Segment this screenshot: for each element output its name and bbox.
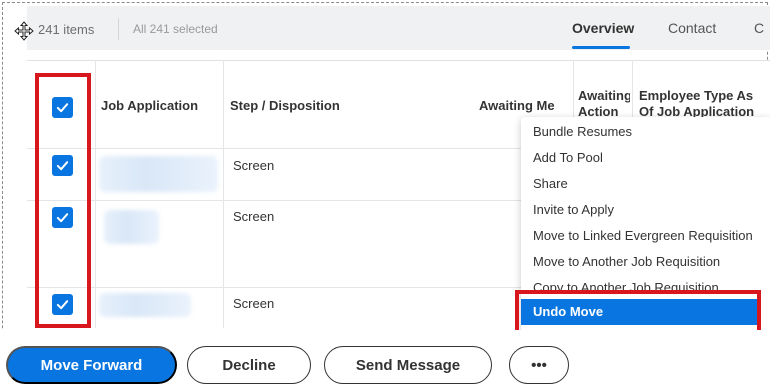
- header-employee-type[interactable]: Employee Type As Of Job Application Date: [639, 88, 770, 120]
- redacted-applicant-link[interactable]: [99, 293, 191, 317]
- tab-clipped[interactable]: C: [754, 20, 764, 36]
- decline-button[interactable]: Decline: [187, 346, 311, 384]
- step-cell: Screen: [233, 209, 275, 224]
- move-forward-button[interactable]: Move Forward: [6, 346, 177, 384]
- checkbox-column-highlight: [35, 73, 91, 328]
- toolbar-divider: [118, 18, 119, 40]
- menu-item-share[interactable]: Share: [533, 176, 568, 191]
- header-step-disposition[interactable]: Step / Disposition: [230, 98, 340, 113]
- menu-item-invite-to-apply[interactable]: Invite to Apply: [533, 202, 614, 217]
- redacted-applicant-link[interactable]: [104, 210, 159, 244]
- menu-item-move-linked-evergreen[interactable]: Move to Linked Evergreen Requisition: [533, 228, 753, 243]
- header-awaiting-action[interactable]: Awaiting Action: [578, 88, 630, 120]
- send-message-button[interactable]: Send Message: [324, 346, 492, 384]
- move-cursor-icon: [14, 21, 34, 41]
- tab-overview[interactable]: Overview: [572, 20, 634, 36]
- step-cell: Screen: [233, 296, 275, 311]
- step-cell: Screen: [233, 158, 275, 173]
- more-actions-button[interactable]: •••: [509, 346, 569, 384]
- column-divider: [632, 60, 633, 120]
- menu-item-add-to-pool[interactable]: Add To Pool: [533, 150, 603, 165]
- header-awaiting-me[interactable]: Awaiting Me: [479, 98, 555, 113]
- items-count: 241 items: [38, 22, 95, 37]
- active-tab-indicator: [572, 46, 630, 49]
- selection-status: All 241 selected: [133, 22, 218, 36]
- header-job-application[interactable]: Job Application: [101, 98, 198, 113]
- redacted-applicant-link[interactable]: [99, 156, 218, 192]
- menu-item-move-another-requisition[interactable]: Move to Another Job Requisition: [533, 254, 720, 269]
- column-divider: [573, 60, 574, 120]
- menu-item-bundle-resumes[interactable]: Bundle Resumes: [533, 124, 632, 139]
- tab-contact[interactable]: Contact: [668, 20, 716, 36]
